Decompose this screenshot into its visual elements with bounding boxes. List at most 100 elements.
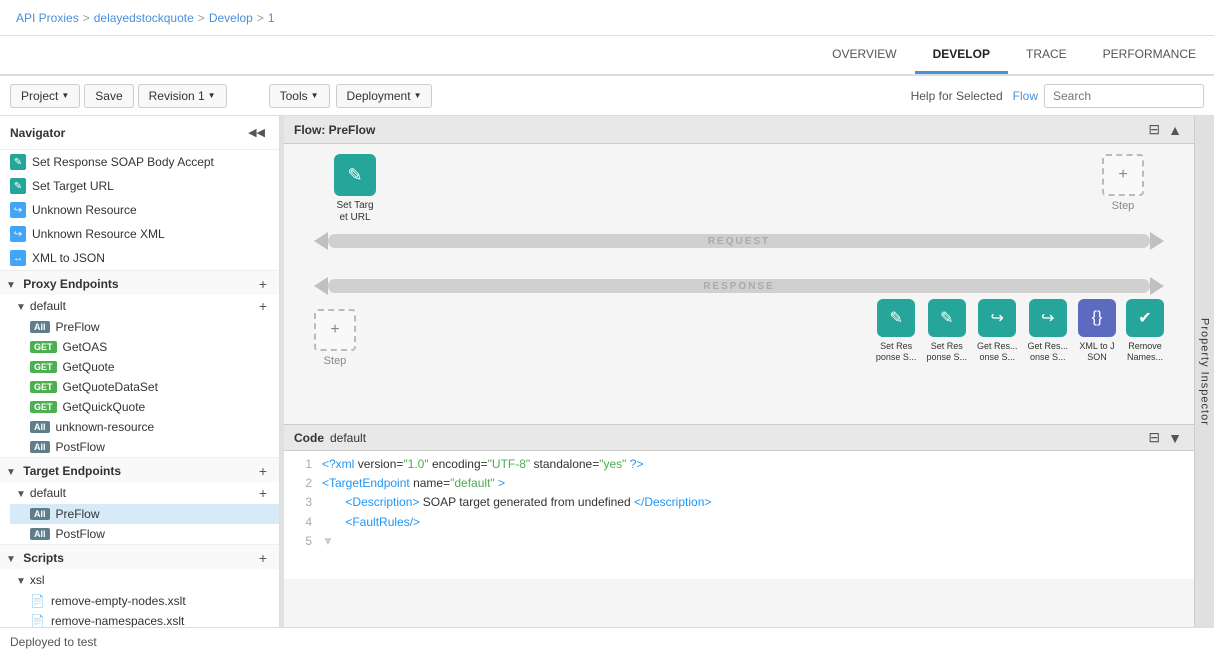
code-line-3: 3 <Description> SOAP target generated fr…	[292, 493, 1186, 512]
search-input[interactable]	[1044, 84, 1204, 108]
resp-arrow-start	[314, 277, 328, 295]
canvas-expand-btn[interactable]: ▲	[1166, 121, 1184, 138]
breadcrumb-api-proxies[interactable]: API Proxies	[16, 11, 79, 25]
proxy-flow-unknown-resource[interactable]: All unknown-resource	[10, 417, 279, 437]
canvas-area: Flow: PreFlow ⊟ ▲ ✎ Set Target URL + Ste…	[284, 116, 1194, 627]
file-icon: 📄	[30, 594, 45, 608]
resp-step-6[interactable]: ✔ RemoveNames...	[1126, 299, 1164, 363]
resp-step-3[interactable]: ↪ Get Res...onse S...	[977, 299, 1018, 363]
resp-step-icon-4: ↪	[1029, 299, 1067, 337]
property-inspector-tab[interactable]: Property Inspector	[1194, 116, 1214, 627]
add-step-icon-left[interactable]: +	[314, 309, 356, 351]
response-lane-bg: RESPONSE	[328, 279, 1150, 293]
script-remove-empty[interactable]: 📄 remove-empty-nodes.xslt	[10, 591, 279, 611]
code-line-1: 1 <?xml version="1.0" encoding="UTF-8" s…	[292, 455, 1186, 474]
scripts-header[interactable]: ▼ Scripts +	[0, 544, 279, 569]
policy-icon-xml-json: ↔	[10, 250, 26, 266]
add-step-bottom-left[interactable]: + Step	[314, 309, 356, 367]
canvas-collapse-btn[interactable]: ⊟	[1146, 121, 1162, 138]
revision-button[interactable]: Revision 1 ▼	[138, 84, 227, 108]
resp-step-4[interactable]: ↪ Get Res...onse S...	[1027, 299, 1068, 363]
request-lane-label: REQUEST	[328, 236, 1150, 247]
proxy-flow-getquote[interactable]: GET GetQuote	[10, 357, 279, 377]
add-proxy-endpoint-btn[interactable]: +	[257, 277, 269, 291]
policy-set-response-soap[interactable]: ✎ Set Response SOAP Body Accept	[0, 150, 279, 174]
code-body[interactable]: 1 <?xml version="1.0" encoding="UTF-8" s…	[284, 451, 1194, 579]
save-button[interactable]: Save	[84, 84, 133, 108]
response-steps-group: ✎ Set Response S... ✎ Set Response S... …	[876, 299, 1164, 363]
resp-step-icon-1: ✎	[877, 299, 915, 337]
proxy-endpoints-header[interactable]: ▼ Proxy Endpoints +	[0, 270, 279, 295]
proxy-flow-getquickquote[interactable]: GET GetQuickQuote	[10, 397, 279, 417]
resp-step-icon-2: ✎	[928, 299, 966, 337]
deployment-button[interactable]: Deployment ▼	[336, 84, 433, 108]
target-endpoint-default: ▼default + All PreFlow All PostFlow	[0, 482, 279, 544]
xsl-group-header[interactable]: ▼xsl	[10, 569, 279, 591]
policy-icon-unknown: ↪	[10, 202, 26, 218]
breadcrumb-revision[interactable]: 1	[268, 11, 275, 25]
method-badge-get: GET	[30, 341, 57, 353]
breadcrumb-proxy-name[interactable]: delayedstockquote	[94, 11, 194, 25]
resp-step-label-2: Set Response S...	[926, 341, 967, 363]
add-proxy-flow-btn[interactable]: +	[257, 299, 269, 313]
code-collapse-btn[interactable]: ⊟	[1146, 429, 1162, 446]
policy-set-target-url[interactable]: ✎ Set Target URL	[0, 174, 279, 198]
canvas-header: Flow: PreFlow ⊟ ▲	[284, 116, 1194, 144]
proxy-flow-preflow[interactable]: All PreFlow	[10, 317, 279, 337]
policy-unknown-resource[interactable]: ↪ Unknown Resource	[0, 198, 279, 222]
sidebar: Navigator ◀◀ ✎ Set Response SOAP Body Ac…	[0, 116, 280, 627]
resp-step-5[interactable]: {} XML to JSON	[1078, 299, 1116, 363]
proxy-flow-getoas[interactable]: GET GetOAS	[10, 337, 279, 357]
target-endpoints-header[interactable]: ▼ Target Endpoints +	[0, 457, 279, 482]
add-target-flow-btn[interactable]: +	[257, 486, 269, 500]
script-remove-namespaces[interactable]: 📄 remove-namespaces.xslt	[10, 611, 279, 627]
file-icon-2: 📄	[30, 614, 45, 627]
add-step-top-right[interactable]: + Step	[1102, 154, 1144, 212]
resp-step-label-4: Get Res...onse S...	[1027, 341, 1068, 363]
resp-step-1[interactable]: ✎ Set Response S...	[876, 299, 917, 363]
breadcrumb-develop[interactable]: Develop	[209, 11, 253, 25]
code-line-5: 5 ▼	[292, 532, 1186, 551]
code-line-4: 4 <FaultRules/>	[292, 513, 1186, 532]
resp-step-label-1: Set Response S...	[876, 341, 917, 363]
add-step-icon-right[interactable]: +	[1102, 154, 1144, 196]
project-button[interactable]: Project ▼	[10, 84, 80, 108]
tab-trace[interactable]: TRACE	[1008, 37, 1085, 74]
code-panel: Code default ⊟ ▼ 1 <?xml version="1.0" e…	[284, 424, 1194, 579]
collapse-btn[interactable]: ◀◀	[244, 124, 269, 141]
resp-step-label-5: XML to JSON	[1079, 341, 1114, 363]
policy-unknown-resource-xml[interactable]: ↪ Unknown Resource XML	[0, 222, 279, 246]
proxy-flow-getquotedataset[interactable]: GET GetQuoteDataSet	[10, 377, 279, 397]
resp-arrow-end	[1150, 277, 1164, 295]
resp-step-2[interactable]: ✎ Set Response S...	[926, 299, 967, 363]
step-set-target-url[interactable]: ✎ Set Target URL	[334, 154, 376, 224]
add-target-endpoint-btn[interactable]: +	[257, 464, 269, 478]
resp-step-icon-3: ↪	[978, 299, 1016, 337]
add-step-label-left: Step	[324, 355, 347, 367]
proxy-default-group[interactable]: ▼default +	[10, 295, 279, 317]
policy-xml-to-json[interactable]: ↔ XML to JSON	[0, 246, 279, 270]
help-text: Help for Selected	[911, 89, 1003, 103]
proxy-flow-postflow[interactable]: All PostFlow	[10, 437, 279, 457]
tools-button[interactable]: Tools ▼	[269, 84, 330, 108]
help-link[interactable]: Flow	[1013, 89, 1038, 103]
target-flow-postflow[interactable]: All PostFlow	[10, 524, 279, 544]
tab-develop[interactable]: DEVELOP	[915, 37, 1008, 74]
code-expand-btn[interactable]: ▼	[1166, 429, 1184, 446]
status-bar: Deployed to test	[0, 627, 1214, 655]
toolbar: Project ▼ Save Revision 1 ▼ Tools ▼ Depl…	[0, 76, 1214, 116]
response-lane-label: RESPONSE	[328, 281, 1150, 292]
tab-performance[interactable]: PERFORMANCE	[1085, 37, 1214, 74]
request-lane: REQUEST	[284, 229, 1194, 253]
breadcrumb: API Proxies > delayedstockquote > Develo…	[0, 0, 1214, 36]
add-script-btn[interactable]: +	[257, 551, 269, 565]
method-badge-all-target-2: All	[30, 528, 50, 540]
req-arrow-start	[314, 232, 328, 250]
flow-canvas: ✎ Set Target URL + Step REQUEST RESP	[284, 144, 1194, 424]
target-flow-preflow[interactable]: All PreFlow	[10, 504, 279, 524]
target-default-group[interactable]: ▼default +	[10, 482, 279, 504]
tab-overview[interactable]: OVERVIEW	[814, 37, 914, 74]
code-panel-header: Code default ⊟ ▼	[284, 425, 1194, 451]
code-tab-value: default	[330, 431, 366, 445]
method-badge-get-2: GET	[30, 361, 57, 373]
